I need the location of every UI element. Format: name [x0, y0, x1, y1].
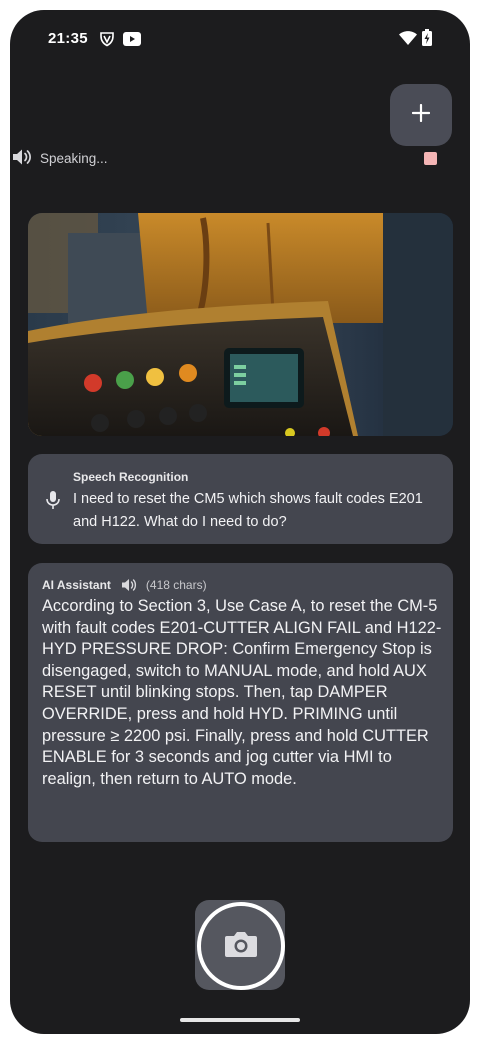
- status-time: 21:35: [48, 30, 88, 47]
- ai-assistant-header: AI Assistant (418 chars): [42, 578, 207, 592]
- camera-preview: [28, 213, 453, 436]
- status-bar: 21:35: [10, 10, 470, 58]
- camera-capture-button[interactable]: [195, 900, 285, 990]
- youtube-icon: [123, 32, 141, 51]
- ai-assistant-card: AI Assistant (418 chars) According to Se…: [28, 563, 453, 842]
- ai-response-text: According to Section 3, Use Case A, to r…: [42, 597, 442, 788]
- volume-icon[interactable]: [121, 578, 137, 592]
- shutter-ring: [197, 902, 285, 990]
- speech-recognition-text: I need to reset the CM5 which shows faul…: [73, 491, 423, 530]
- app-screen: 21:35 Speaking... Speech Recognition I n…: [10, 10, 470, 1034]
- speaking-label: Speaking...: [40, 150, 108, 166]
- battery-charging-icon: [422, 29, 432, 51]
- volume-icon: [12, 148, 32, 169]
- vpn-shield-icon: [99, 31, 115, 52]
- camera-icon: [224, 930, 258, 963]
- wifi-icon: [399, 31, 417, 50]
- add-button[interactable]: [390, 84, 452, 146]
- speaking-indicator: Speaking...: [12, 148, 108, 168]
- stop-speaking-button[interactable]: [424, 152, 437, 165]
- speech-recognition-title: Speech Recognition: [73, 470, 189, 484]
- plus-icon: [411, 103, 431, 127]
- home-indicator[interactable]: [180, 1018, 300, 1022]
- microphone-icon: [46, 491, 60, 514]
- ai-char-count: (418 chars): [145, 578, 207, 592]
- speech-recognition-card: Speech Recognition I need to reset the C…: [28, 454, 453, 544]
- ai-assistant-title: AI Assistant: [42, 578, 111, 592]
